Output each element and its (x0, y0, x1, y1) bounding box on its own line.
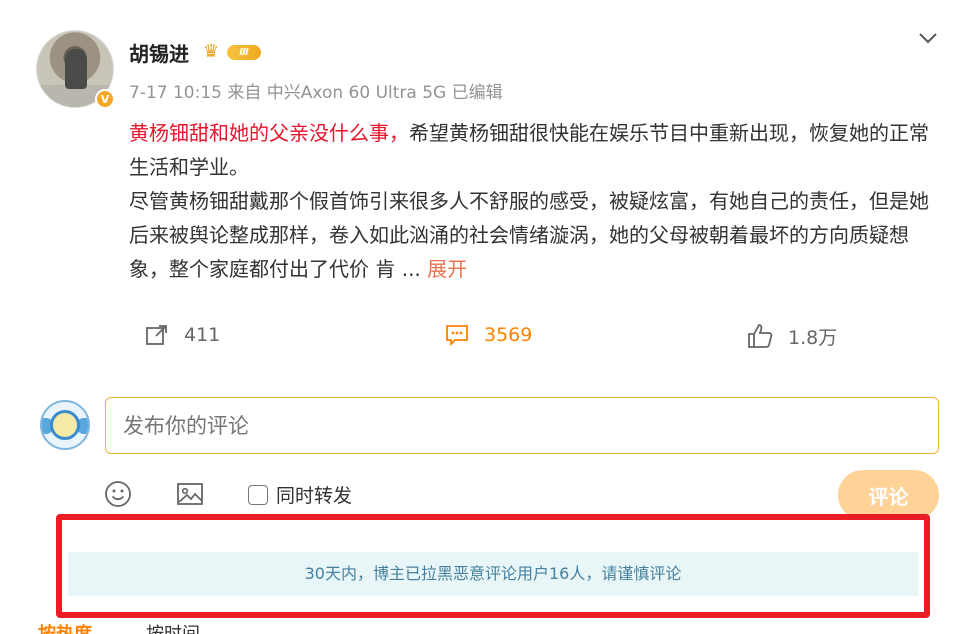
post-action-bar: 411 3569 1.8万 (0, 318, 966, 354)
sort-by-time-tab[interactable]: 按时间 (146, 620, 200, 634)
post-meta: 7-17 10:15 来自 中兴Axon 60 Ultra 5G 已编辑 (129, 83, 503, 103)
commenter-avatar[interactable] (40, 400, 90, 450)
expand-link[interactable]: 展开 (427, 257, 467, 281)
author-name[interactable]: 胡锡进 (129, 38, 189, 67)
post-truncated-tail: 肯 ... (375, 257, 421, 281)
repost-icon (146, 325, 167, 345)
avatar-emblem (50, 410, 80, 440)
repost-checkbox[interactable] (248, 484, 268, 505)
submit-comment-button[interactable]: 评论 (838, 470, 939, 520)
comment-input[interactable] (105, 397, 939, 454)
post-text-2: 尽管黄杨钿甜戴那个假首饰引来很多人不舒服的感受，被疑炫富，有她自己的责任，但是她… (129, 189, 929, 281)
avatar-photo-figure (65, 49, 87, 89)
comment-count: 3569 (484, 324, 533, 346)
thumbs-up-icon (748, 324, 773, 348)
image-icon[interactable] (176, 480, 204, 508)
verified-badge-icon: V (95, 89, 115, 109)
sort-by-hot-tab[interactable]: 按热度 (38, 620, 92, 634)
post-body: 黄杨钿甜和她的父亲没什么事，希望黄杨钿甜很快能在娱乐节目中重新出现，恢复她的正常… (129, 116, 944, 286)
emoji-icon[interactable] (104, 480, 132, 508)
repost-count: 411 (184, 324, 221, 346)
repost-toggle[interactable]: 同时转发 (248, 481, 352, 508)
repost-label: 同时转发 (276, 485, 353, 507)
vip-badge[interactable]: ♛ Ⅲ (203, 41, 261, 63)
chevron-down-icon[interactable] (916, 28, 940, 48)
comment-icon (446, 325, 468, 347)
like-button[interactable]: 1.8万 (746, 322, 837, 350)
like-count: 1.8万 (788, 326, 838, 349)
blocked-users-notice: 30天内，博主已拉黑恶意评论用户16人，请谨慎评论 (68, 552, 918, 596)
post-highlight-text[interactable]: 黄杨钿甜和她的父亲没什么事， (129, 121, 409, 145)
crown-icon: ♛ (203, 41, 220, 62)
vip-level: Ⅲ (227, 45, 261, 60)
comment-button[interactable]: 3569 (444, 322, 532, 348)
repost-button[interactable]: 411 (144, 322, 220, 348)
